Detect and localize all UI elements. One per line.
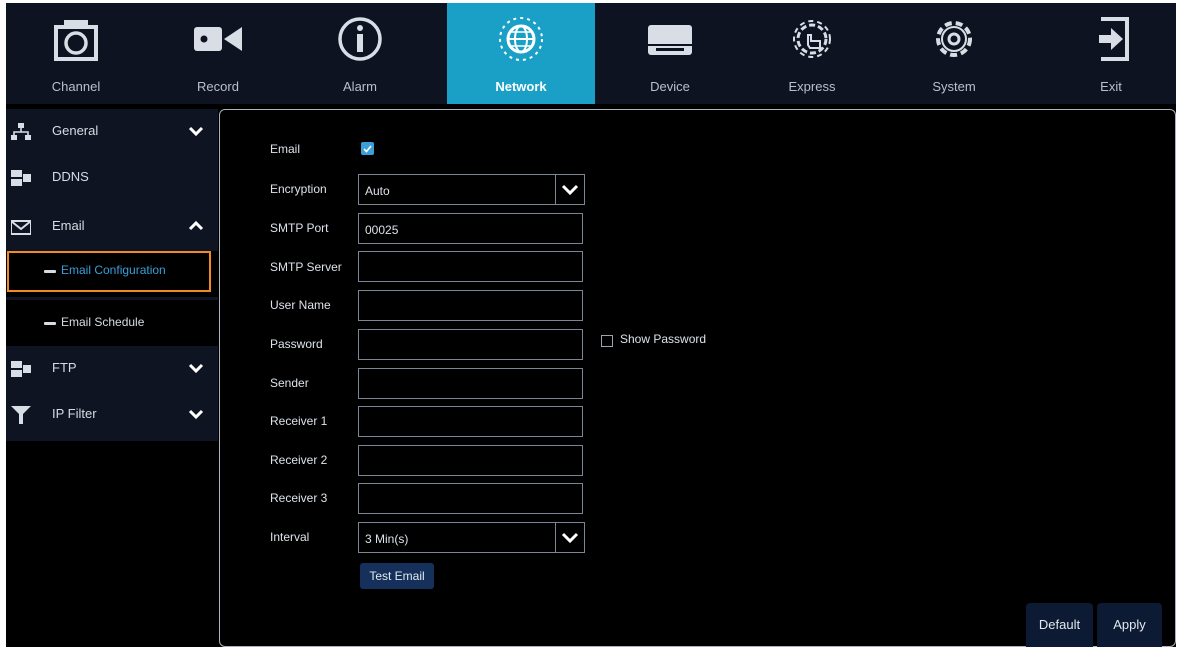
dropdown-arrow[interactable] [555,523,584,552]
tab-device[interactable]: Device [600,3,740,104]
receiver2-field[interactable] [358,445,583,476]
chevron-down-icon [188,409,204,420]
chevron-down-icon [561,532,579,544]
chevron-down-icon [188,363,204,374]
tab-label: Alarm [343,79,377,94]
receiver3-field[interactable] [358,483,583,514]
interval-label: Interval [270,530,310,544]
tab-label: System [932,79,976,94]
sidebar-item-ftp[interactable]: FTP [6,346,218,392]
receiver3-label: Receiver 3 [270,491,328,505]
tab-label: Channel [51,79,101,94]
smtp-server-label: SMTP Server [270,260,342,274]
dash-icon [44,270,56,273]
dash-icon [44,322,56,325]
encryption-dropdown[interactable]: Auto [358,174,585,205]
tab-system[interactable]: System [884,3,1024,104]
email-enable-checkbox[interactable] [361,142,374,155]
encryption-label: Encryption [270,182,327,196]
dropdown-arrow[interactable] [555,175,584,204]
gear-hand-icon [793,20,831,58]
tab-record[interactable]: Record [148,3,288,104]
sender-label: Sender [270,376,309,390]
interval-value: 3 Min(s) [365,532,409,546]
tab-exit[interactable]: Exit [1046,3,1176,104]
tab-alarm[interactable]: Alarm [290,3,430,104]
sidebar-item-general[interactable]: General [6,109,218,155]
password-label: Password [270,337,323,351]
smtp-port-field[interactable]: 00025 [358,213,583,244]
sidebar-item-label: IP Filter [52,406,97,421]
video-camera-icon [194,27,242,51]
chevron-up-icon [188,220,204,231]
globe-icon [499,17,543,61]
show-password-checkbox[interactable] [601,335,613,347]
chevron-down-icon [561,184,579,196]
show-password-label: Show Password [620,332,707,346]
sidebar-item-email[interactable]: Email [6,204,218,250]
hard-drive-icon [648,25,692,55]
chevron-down-icon [188,126,204,137]
user-name-label: User Name [270,298,331,312]
test-email-button[interactable]: Test Email [360,563,434,589]
dvr-settings-window: Channel Record Alarm Network Device Expr… [6,3,1176,647]
tab-express[interactable]: Express [742,3,882,104]
network-icon [11,123,31,140]
sender-field[interactable] [358,368,583,399]
receiver1-field[interactable] [358,406,583,437]
sidebar-item-label: Email [52,218,85,233]
filter-icon [11,406,31,424]
tab-network[interactable]: Network [447,3,595,104]
gear-icon [936,21,972,57]
camera-icon [54,20,98,61]
tab-label: Network [495,79,547,94]
sidebar-item-label: FTP [52,360,77,375]
password-field[interactable] [358,329,583,360]
sidebar-subitem-label: Email Schedule [61,315,145,329]
exit-icon [1099,17,1129,61]
receiver1-label: Receiver 1 [270,414,328,428]
sidebar-item-label: DDNS [52,169,89,184]
envelope-icon [11,220,31,235]
info-icon [338,17,382,61]
smtp-server-field[interactable] [358,251,583,282]
tab-label: Record [197,79,239,94]
tab-label: Device [650,79,690,94]
email-configuration-panel: Email Encryption Auto SMTP Port 00025 SM… [219,109,1176,647]
smtp-port-label: SMTP Port [270,221,329,235]
check-icon [363,145,372,153]
ddns-icon [11,170,31,186]
receiver2-label: Receiver 2 [270,453,328,467]
sidebar-item-ip-filter[interactable]: IP Filter [6,392,218,438]
tab-label: Express [788,79,836,94]
sidebar-item-ddns[interactable]: DDNS [6,155,218,201]
default-button[interactable]: Default [1026,603,1093,647]
sidebar-subitem-label: Email Configuration [61,263,166,277]
apply-button[interactable]: Apply [1097,603,1162,647]
smtp-port-value: 00025 [365,223,399,237]
interval-dropdown[interactable]: 3 Min(s) [358,522,585,553]
tab-label: Exit [1100,79,1122,94]
sidebar-subitem-email-schedule[interactable]: Email Schedule [6,300,218,346]
top-navigation: Channel Record Alarm Network Device Expr… [6,3,1176,104]
tab-channel[interactable]: Channel [6,3,146,104]
email-label: Email [270,142,301,156]
ftp-icon [11,361,31,377]
user-name-field[interactable] [358,290,583,321]
sidebar-group: FTP IP Filter [6,346,218,441]
sidebar: General DDNS Email Email Configuration E… [6,109,218,647]
encryption-value: Auto [365,184,390,198]
sidebar-item-label: General [52,123,99,138]
sidebar-subitem-email-configuration[interactable]: Email Configuration [6,251,218,297]
